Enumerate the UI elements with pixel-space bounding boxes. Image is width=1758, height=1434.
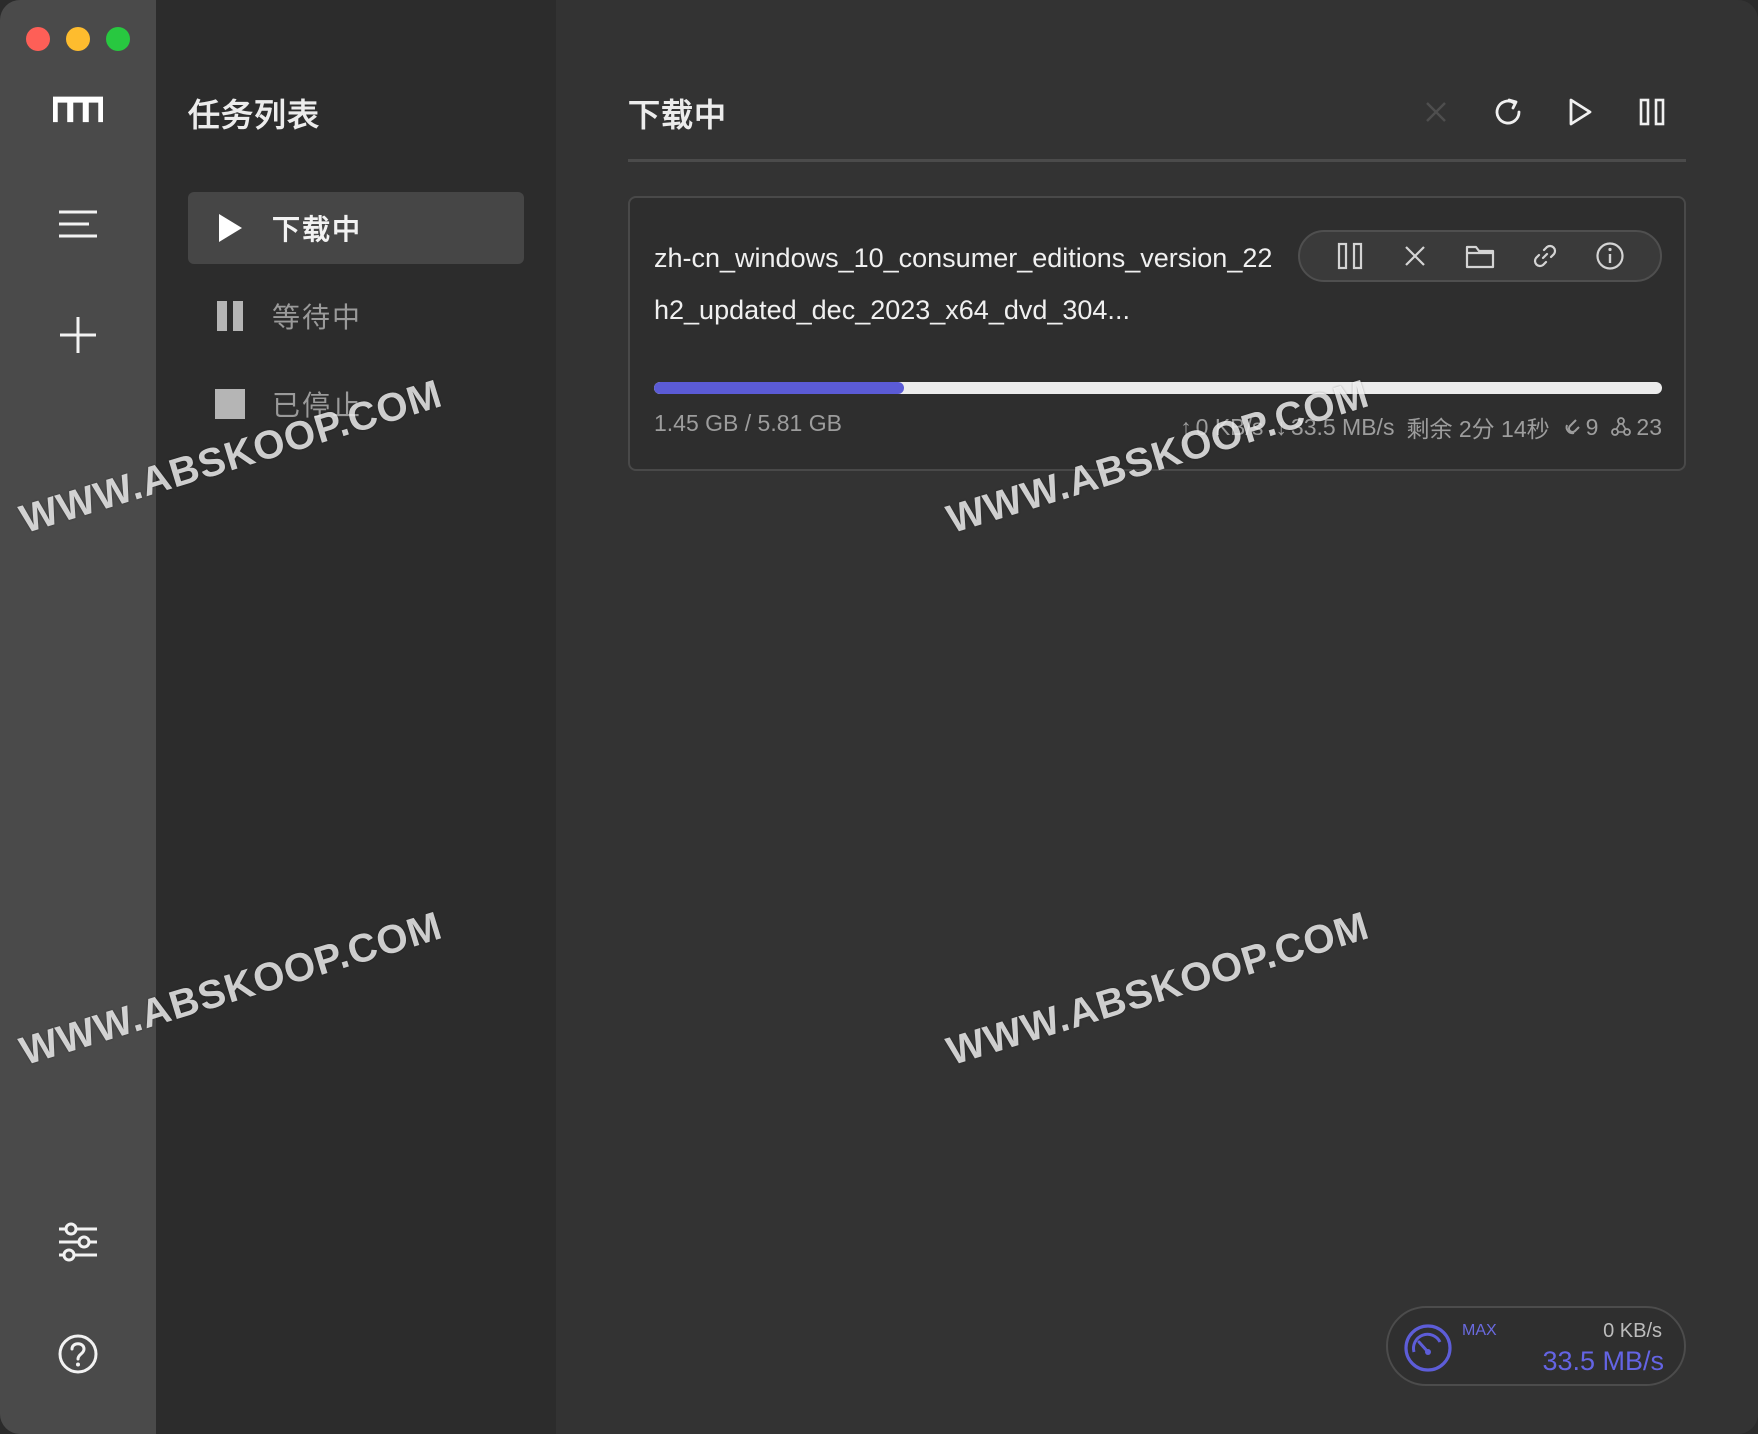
zoom-window-button[interactable] <box>106 27 130 51</box>
task-open-folder-button[interactable] <box>1460 236 1500 276</box>
nav-item-waiting[interactable]: 等待中 <box>188 280 524 352</box>
task-stats: ↑ 0 KB/s ↓ 33.5 MB/s 剩余 2分 14秒 9 23 <box>1180 410 1662 444</box>
pause-all-button[interactable] <box>1632 92 1672 132</box>
magnet-icon <box>1565 419 1580 435</box>
upload-speed-value: 0 KB/s <box>1195 413 1264 440</box>
download-speed-stat: ↓ 33.5 MB/s <box>1275 414 1394 441</box>
speedometer[interactable]: MAX 0 KB/s 33.5 MB/s <box>1386 1306 1686 1386</box>
connections-stat: 9 <box>1562 413 1599 441</box>
close-window-button[interactable] <box>26 27 50 51</box>
plus-icon <box>60 317 96 353</box>
help-button[interactable] <box>53 1329 103 1379</box>
play-icon <box>210 208 250 248</box>
connections-value: 9 <box>1585 413 1599 440</box>
task-progress-fill <box>654 382 904 394</box>
settings-button[interactable] <box>53 1217 103 1267</box>
refresh-button[interactable] <box>1488 92 1528 132</box>
task-progress-bar <box>654 382 1662 394</box>
task-file-name: zh-cn_windows_10_consumer_editions_versi… <box>654 243 1273 325</box>
close-icon <box>1405 246 1425 266</box>
main-content: 下载中 zh-cn_windows_10_consumer_editions_v… <box>556 0 1758 1434</box>
page-title: 下载中 <box>628 96 728 134</box>
sliders-icon <box>59 1222 97 1262</box>
close-icon <box>1426 102 1446 122</box>
motrix-logo-icon <box>53 85 103 135</box>
play-icon <box>1569 98 1592 126</box>
speedometer-icon <box>1404 1324 1452 1372</box>
download-speed-value: 33.5 MB/s <box>1290 413 1395 440</box>
task-copy-link-button[interactable] <box>1525 236 1565 276</box>
nav-item-downloading[interactable]: 下载中 <box>188 192 524 264</box>
task-list-title: 任务列表 <box>188 96 321 134</box>
task-info-button[interactable] <box>1590 236 1630 276</box>
peers-value: 23 <box>1636 413 1662 440</box>
left-rail <box>0 0 156 1434</box>
pause-icon <box>1338 242 1363 270</box>
task-pause-button[interactable] <box>1330 236 1370 276</box>
menu-icon[interactable] <box>53 199 103 249</box>
task-item[interactable]: zh-cn_windows_10_consumer_editions_versi… <box>628 196 1686 471</box>
pause-icon <box>210 296 250 336</box>
peers-stat: 23 <box>1610 414 1662 441</box>
add-task-button[interactable] <box>53 310 103 360</box>
folder-icon <box>1465 245 1495 269</box>
upload-speed-stat: ↑ 0 KB/s <box>1180 414 1263 441</box>
nav-item-label: 已停止 <box>272 389 363 422</box>
arrow-up-icon: ↑ <box>1180 413 1192 440</box>
pause-icon <box>1639 98 1665 126</box>
peers-icon <box>1611 417 1632 436</box>
header-divider <box>628 159 1686 162</box>
resume-all-button[interactable] <box>1560 92 1600 132</box>
info-icon <box>1595 242 1624 270</box>
task-action-bar <box>1298 230 1662 282</box>
app-window: 任务列表 下载中 等待中 已停止 下载中 zh-cn_windows_10_co… <box>0 0 1758 1434</box>
speed-mode-label: MAX <box>1462 1322 1497 1339</box>
task-list-panel: 任务列表 下载中 等待中 已停止 <box>156 0 556 1434</box>
task-size-text: 1.45 GB / 5.81 GB <box>654 410 842 436</box>
minimize-window-button[interactable] <box>66 27 90 51</box>
delete-all-button[interactable] <box>1416 92 1456 132</box>
arrow-down-icon: ↓ <box>1275 413 1287 440</box>
nav-item-stopped[interactable]: 已停止 <box>188 368 524 440</box>
task-delete-button[interactable] <box>1395 236 1435 276</box>
refresh-icon <box>1495 98 1521 125</box>
global-download-speed: 33.5 MB/s <box>1542 1346 1664 1376</box>
nav-item-label: 下载中 <box>272 213 363 246</box>
stop-icon <box>210 384 250 424</box>
link-icon <box>1533 244 1556 268</box>
global-upload-speed: 0 KB/s <box>1603 1320 1662 1342</box>
remaining-time: 剩余 2分 14秒 <box>1406 416 1550 442</box>
help-circle-icon <box>58 1334 98 1374</box>
nav-item-label: 等待中 <box>272 301 363 334</box>
